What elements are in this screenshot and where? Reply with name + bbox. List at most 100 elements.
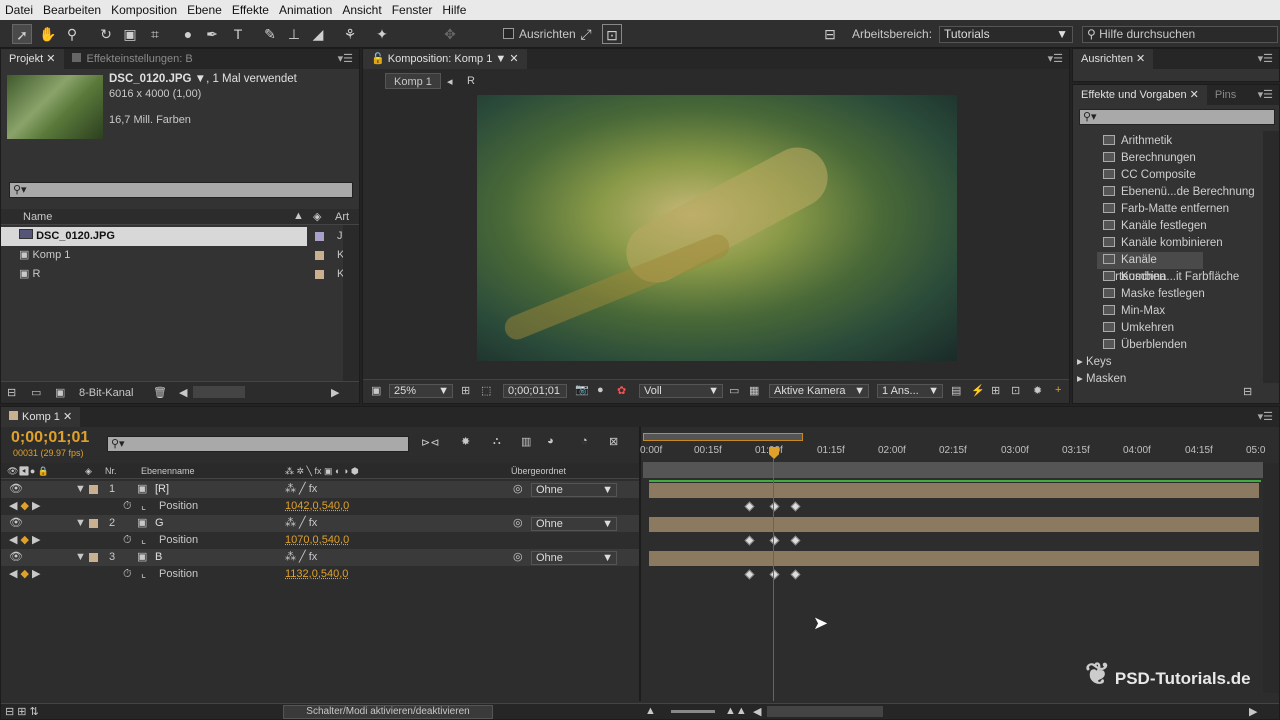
lock-icon[interactable]: 🔓	[371, 53, 385, 65]
keyframe-navigator-icon[interactable]: ◀ ◆ ▶	[9, 498, 41, 515]
hand-tool-icon[interactable]: ✋	[38, 24, 58, 44]
keyframe[interactable]	[744, 535, 755, 546]
layer-switches-icon[interactable]: ⁂ ╱ fx	[285, 515, 317, 532]
keyframe[interactable]	[790, 569, 801, 580]
label-color-swatch[interactable]	[89, 519, 98, 528]
expand-icon[interactable]: ▼	[75, 515, 86, 532]
tab-projekt[interactable]: Projekt ✕	[1, 49, 64, 69]
graph-editor-icon[interactable]: ◔	[581, 435, 588, 447]
list-item[interactable]: ▣ R	[1, 265, 359, 284]
effect-item[interactable]: Kanäle festlegen	[1103, 218, 1207, 235]
clone-stamp-tool-icon[interactable]: ⊥	[284, 24, 304, 44]
parent-select[interactable]: Ohne ▼	[531, 551, 617, 565]
menu-fenster[interactable]: Fenster	[387, 3, 438, 17]
layer-row[interactable]: 👁 ▼ 3 ▣ B ⁂ ╱ fx ◎ Ohne ▼	[1, 549, 639, 566]
trash-icon[interactable]: 🗑	[153, 386, 167, 399]
parent-select[interactable]: Ohne ▼	[531, 483, 617, 497]
align-expand-icon[interactable]: ⤢	[576, 24, 596, 44]
list-item[interactable]: ▣ Komp 1	[1, 246, 359, 265]
interpret-footage-icon[interactable]: ⊟	[7, 386, 16, 399]
effect-item[interactable]: Kanäle kombinieren	[1103, 235, 1223, 252]
shy-layers-icon[interactable]: ⛬	[493, 435, 501, 448]
fast-previews-icon[interactable]: ⚡	[971, 384, 985, 397]
bit-depth-label[interactable]: 8-Bit-Kanal	[79, 387, 133, 399]
layer-duration-bar[interactable]	[649, 517, 1259, 532]
timeline-search-input[interactable]: ⚲▾	[107, 436, 409, 452]
motion-blur-icon[interactable]: ◕	[547, 435, 554, 447]
region-of-interest-icon[interactable]: ⬚	[481, 384, 491, 397]
parent-select[interactable]: Ohne ▼	[531, 517, 617, 531]
keyframe[interactable]	[769, 569, 780, 580]
menu-hilfe[interactable]: Hilfe	[437, 3, 471, 17]
layer-switches-icon[interactable]: ⁂ ╱ fx	[285, 481, 317, 498]
layer-duration-bar[interactable]	[649, 551, 1259, 566]
layer-name[interactable]: [R]	[155, 481, 169, 498]
snap-icon[interactable]: ⊡	[602, 24, 622, 44]
keyframe-navigator-icon[interactable]: ◀ ◆ ▶	[9, 532, 41, 549]
workspace-select[interactable]: Tutorials ▼	[939, 26, 1073, 43]
views-select[interactable]: 1 Ans... ▼	[877, 384, 943, 398]
zoom-select[interactable]: 25% ▼	[389, 384, 453, 398]
keyframe[interactable]	[790, 535, 801, 546]
scroll-left-icon[interactable]: ◀	[753, 705, 761, 718]
puppet-pin-tool-icon[interactable]: ✦	[372, 24, 392, 44]
column-type[interactable]: Art	[335, 211, 349, 223]
quality-select[interactable]: Voll ▼	[639, 384, 723, 398]
effect-item[interactable]: Umkehren	[1103, 320, 1174, 337]
expand-icon[interactable]: ▼	[75, 549, 86, 566]
tab-ausrichten[interactable]: Ausrichten ✕	[1073, 49, 1154, 69]
selection-tool-icon[interactable]: ➚	[12, 24, 32, 44]
help-search-field[interactable]: ⚲ Hilfe durchsuchen	[1082, 26, 1278, 43]
current-timecode[interactable]: 0;00;01;01	[11, 429, 89, 447]
column-layer-name[interactable]: Ebenenname	[141, 463, 195, 479]
panel-menu-icon[interactable]: ▾☰	[1258, 52, 1273, 65]
tab-pinsel[interactable]: Pins	[1207, 85, 1244, 105]
frame-blending-icon[interactable]: ▥	[521, 435, 531, 448]
effect-item-selected[interactable]: Kanäle vertauschen	[1097, 252, 1203, 283]
effect-item[interactable]: Farb-Matte entfernen	[1103, 201, 1229, 218]
property-row[interactable]: ◀ ◆ ▶ ⏱ ⌞ Position 1132,0,540,0	[1, 566, 639, 583]
column-parent[interactable]: Übergeordnet	[511, 463, 566, 479]
scroll-right-icon[interactable]: ▶	[331, 386, 339, 399]
menu-animation[interactable]: Animation	[274, 3, 337, 17]
fast-preview-icon[interactable]: ▭	[729, 384, 739, 397]
show-snapshot-icon[interactable]: ●	[597, 384, 604, 396]
effect-item[interactable]: Arithmetik	[1103, 133, 1172, 150]
property-value[interactable]: 1070,0,540,0	[285, 532, 349, 549]
effect-group-keys[interactable]: ▸ Keys	[1077, 354, 1112, 371]
eraser-tool-icon[interactable]: ◢	[308, 24, 328, 44]
column-name[interactable]: Name	[23, 211, 52, 223]
current-time-indicator[interactable]	[773, 459, 774, 701]
effect-item[interactable]: Ebenenü...de Berechnung	[1103, 184, 1255, 201]
work-area-bar[interactable]	[643, 433, 803, 441]
chevron-down-icon[interactable]: ▼	[195, 73, 206, 85]
menu-ansicht[interactable]: Ansicht	[337, 3, 386, 17]
panel-menu-icon[interactable]: ▾☰	[1258, 88, 1273, 101]
panel-menu-icon[interactable]: ▾☰	[338, 52, 353, 65]
keyframe-navigator-icon[interactable]: ◀ ◆ ▶	[9, 566, 41, 583]
tab-komp1[interactable]: Komp 1 ✕	[1, 407, 81, 427]
list-item[interactable]: DSC_0120.JPG	[1, 227, 307, 246]
panel-menu-icon[interactable]: ▾☰	[1048, 52, 1063, 65]
keyframe[interactable]	[744, 569, 755, 580]
horizontal-scrollbar-thumb[interactable]	[193, 386, 245, 398]
stopwatch-icon[interactable]: ⏱	[123, 566, 132, 583]
property-row[interactable]: ◀ ◆ ▶ ⏱ ⌞ Position 1070,0,540,0	[1, 532, 639, 549]
vertical-scrollbar[interactable]	[343, 225, 359, 381]
effect-item[interactable]: CC Composite	[1103, 167, 1196, 184]
visibility-eye-icon[interactable]: 👁	[9, 481, 23, 498]
draft-3d-icon[interactable]: ✸	[461, 435, 470, 448]
layer-name[interactable]: B	[155, 549, 162, 566]
current-time-field[interactable]: 0;00;01;01	[503, 384, 567, 398]
zoom-tool-icon[interactable]: ⚲	[62, 24, 82, 44]
text-tool-icon[interactable]: T	[228, 24, 248, 44]
new-preset-icon[interactable]: ⊟	[1243, 385, 1252, 398]
effect-item[interactable]: Überblenden	[1103, 337, 1187, 354]
tab-composition[interactable]: 🔓 Komposition: Komp 1 ▼ ✕	[363, 49, 527, 69]
time-ruler[interactable]	[643, 462, 1263, 478]
stopwatch-icon[interactable]: ⏱	[123, 532, 132, 549]
composition-viewer[interactable]	[477, 95, 957, 361]
pen-tool-icon[interactable]: ✒	[202, 24, 222, 44]
transparency-grid-icon[interactable]: ▦	[749, 384, 759, 397]
timeline-icon[interactable]: ⊞	[991, 384, 1000, 397]
